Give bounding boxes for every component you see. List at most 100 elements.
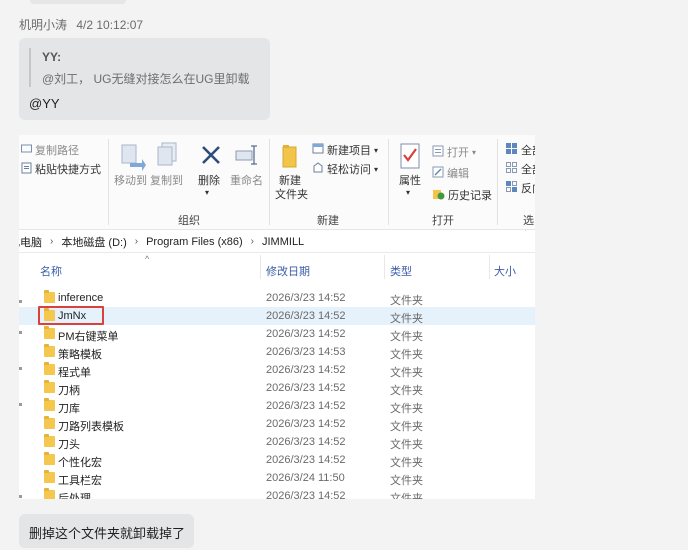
move-to-icon bbox=[120, 143, 146, 176]
file-name: inference bbox=[58, 292, 104, 304]
folder-icon bbox=[44, 488, 55, 499]
move-to-label: 移动到 bbox=[114, 175, 147, 187]
easy-access-icon bbox=[312, 161, 324, 177]
properties-dropdown-icon: ▾ bbox=[406, 188, 411, 197]
file-name: 刀库 bbox=[58, 403, 80, 415]
file-date: 2026/3/23 14:52 bbox=[266, 400, 346, 412]
copy-path-icon bbox=[21, 144, 32, 156]
group-open-label: 打开 bbox=[432, 215, 454, 227]
paste-shortcut-command: 粘贴快捷方式 bbox=[21, 161, 101, 177]
select-all-command: 全部 bbox=[505, 142, 535, 158]
file-row: 个性化宏 2026/3/23 14:52 文件夹 bbox=[19, 451, 535, 469]
file-date: 2026/3/23 14:53 bbox=[266, 346, 346, 358]
delete-dropdown-icon: ▾ bbox=[205, 188, 210, 197]
breadcrumb-program-files: Program Files (x86) bbox=[146, 235, 243, 248]
column-divider bbox=[384, 255, 385, 279]
quote-text: @刘工， UG无缝对接怎么在UG里卸载 bbox=[42, 72, 250, 86]
open-command: 打开 ▾ bbox=[432, 144, 476, 160]
copy-to-icon bbox=[156, 142, 182, 175]
file-row: 后处理 2026/3/23 14:52 文件夹 bbox=[19, 487, 535, 499]
file-type: 文件夹 bbox=[390, 295, 423, 307]
quoted-message[interactable]: YY: @刘工， UG无缝对接怎么在UG里卸载 bbox=[29, 48, 260, 87]
rename-label: 重命名 bbox=[230, 175, 263, 187]
file-date: 2026/3/24 11:50 bbox=[266, 472, 345, 484]
file-date: 2026/3/23 14:52 bbox=[266, 328, 346, 340]
nav-pane-marker bbox=[19, 403, 22, 406]
file-date: 2026/3/23 14:52 bbox=[266, 436, 346, 448]
address-bar: 此电脑 › 本地磁盘 (D:) › Program Files (x86) › … bbox=[19, 231, 535, 253]
invert-selection-label: 反向 bbox=[521, 183, 535, 195]
file-date: 2026/3/23 14:52 bbox=[266, 292, 346, 304]
quote-author: YY: bbox=[42, 50, 62, 64]
file-date: 2026/3/23 14:52 bbox=[266, 382, 346, 394]
file-name: 后处理 bbox=[58, 493, 91, 499]
invert-selection-icon bbox=[505, 180, 518, 196]
file-name: 个性化宏 bbox=[58, 457, 102, 469]
new-folder-icon bbox=[281, 144, 299, 173]
message-time: 4/2 10:12:07 bbox=[76, 18, 144, 32]
folder-icon bbox=[44, 452, 55, 465]
edit-command: 编辑 bbox=[432, 165, 469, 181]
nav-pane-marker bbox=[19, 331, 22, 334]
copy-path-command: 复制路径 bbox=[21, 142, 79, 158]
ribbon-divider bbox=[497, 139, 498, 225]
explorer-screenshot-image[interactable]: 复制路径 粘贴快捷方式 移动到 复制到 删除 ▾ 重命名 组织 新建 文件夹 新… bbox=[19, 135, 535, 499]
file-type: 文件夹 bbox=[390, 367, 423, 379]
file-row: inference 2026/3/23 14:52 文件夹 bbox=[19, 289, 535, 307]
file-type: 文件夹 bbox=[390, 421, 423, 433]
copy-path-label: 复制路径 bbox=[35, 145, 79, 157]
select-all-label: 全部 bbox=[521, 145, 535, 157]
chat-message-bubble[interactable]: 删掉这个文件夹就卸载掉了 bbox=[19, 514, 194, 548]
file-row: 刀库 2026/3/23 14:52 文件夹 bbox=[19, 397, 535, 415]
file-name: 刀路列表模板 bbox=[58, 421, 124, 433]
copy-to-label: 复制到 bbox=[150, 175, 183, 187]
file-name: PM右键菜单 bbox=[58, 331, 119, 343]
file-row: 程式单 2026/3/23 14:52 文件夹 bbox=[19, 361, 535, 379]
file-name: 刀头 bbox=[58, 439, 80, 451]
red-highlight-box bbox=[38, 306, 104, 325]
column-divider bbox=[489, 255, 490, 279]
folder-icon bbox=[44, 290, 55, 303]
open-dropdown-icon: ▾ bbox=[472, 147, 477, 157]
file-type: 文件夹 bbox=[390, 493, 423, 499]
ribbon-divider bbox=[269, 139, 270, 225]
breadcrumb-chevron-icon: › bbox=[50, 236, 54, 247]
breadcrumb-this-pc: 此电脑 bbox=[19, 236, 42, 249]
paste-shortcut-icon bbox=[21, 162, 32, 177]
edit-icon bbox=[432, 166, 444, 181]
new-folder-label-line2: 文件夹 bbox=[275, 189, 308, 201]
nav-pane-marker bbox=[19, 300, 22, 303]
folder-icon bbox=[44, 470, 55, 483]
invert-selection-command: 反向 bbox=[505, 180, 535, 196]
file-type: 文件夹 bbox=[390, 313, 423, 325]
file-name: 程式单 bbox=[58, 367, 91, 379]
open-label: 打开 bbox=[447, 147, 469, 159]
select-none-icon bbox=[505, 161, 518, 177]
breadcrumb-chevron-icon: › bbox=[250, 236, 254, 247]
new-folder-label-line1: 新建 bbox=[279, 175, 301, 187]
column-header-modified: 修改日期 bbox=[266, 266, 310, 278]
delete-icon bbox=[200, 144, 222, 171]
new-item-label: 新建项目 bbox=[327, 145, 371, 157]
new-item-dropdown-icon: ▾ bbox=[374, 145, 379, 155]
file-type: 文件夹 bbox=[390, 457, 423, 469]
breadcrumb-chevron-icon: › bbox=[134, 236, 139, 247]
nav-pane-marker bbox=[19, 367, 22, 370]
previous-message-bubble-edge bbox=[30, 0, 126, 4]
history-command: 历史记录 bbox=[432, 187, 492, 203]
folder-icon bbox=[44, 416, 55, 429]
properties-icon bbox=[400, 143, 420, 174]
history-label: 历史记录 bbox=[448, 190, 492, 202]
file-name: 工具栏宏 bbox=[58, 475, 102, 487]
folder-icon bbox=[44, 362, 55, 375]
column-header-name: 名称 bbox=[40, 266, 62, 278]
open-icon bbox=[432, 145, 444, 160]
file-row: 工具栏宏 2026/3/24 11:50 文件夹 bbox=[19, 469, 535, 487]
sort-ascending-icon: ^ bbox=[145, 254, 150, 264]
message-header: 机明小涛 4/2 10:12:07 bbox=[19, 16, 143, 33]
new-item-icon bbox=[312, 143, 324, 157]
folder-icon bbox=[44, 380, 55, 393]
chat-message-bubble[interactable]: YY: @刘工， UG无缝对接怎么在UG里卸载 @YY bbox=[19, 38, 270, 120]
history-icon bbox=[432, 188, 445, 203]
file-date: 2026/3/23 14:52 bbox=[266, 454, 346, 466]
